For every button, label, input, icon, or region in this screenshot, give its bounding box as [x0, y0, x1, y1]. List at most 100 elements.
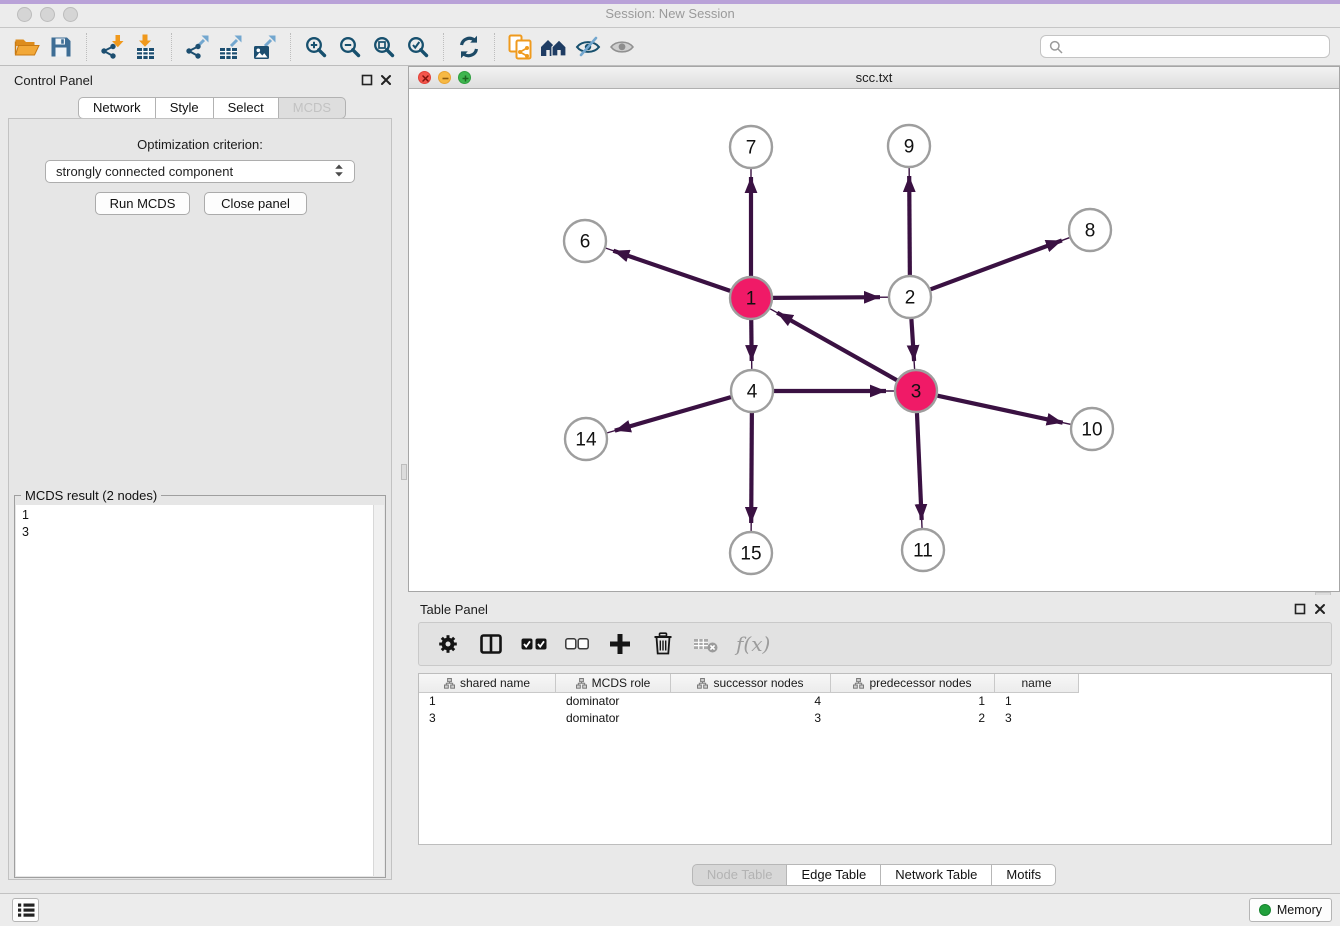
node-6[interactable]: 6 [564, 220, 606, 262]
edge-1-6[interactable] [613, 251, 730, 291]
float-icon [360, 73, 374, 87]
mcds-result-textarea[interactable]: 13 [16, 505, 384, 876]
home-button[interactable] [537, 31, 571, 63]
edge-4-14[interactable] [615, 397, 731, 431]
table-tab-network-table[interactable]: Network Table [880, 864, 992, 886]
cell-mcds-role[interactable]: dominator [556, 693, 671, 710]
splitter-grip[interactable] [401, 464, 407, 480]
node-3[interactable]: 3 [895, 370, 937, 412]
edge-2-3[interactable] [911, 319, 914, 361]
zoom-fit-button[interactable] [367, 31, 401, 63]
table-row[interactable]: 1dominator411 [419, 693, 1331, 710]
column-type-icon [444, 678, 455, 689]
edge-4-15[interactable] [751, 413, 752, 523]
task-history-button[interactable] [12, 898, 39, 922]
delete-table-button[interactable] [693, 629, 719, 659]
search-icon [1049, 40, 1063, 54]
tab-select[interactable]: Select [213, 97, 279, 119]
float-panel-button[interactable] [360, 73, 374, 87]
delete-column-button[interactable] [650, 629, 676, 659]
select-all-button[interactable] [521, 629, 547, 659]
list-icon [15, 899, 37, 921]
refresh-icon [457, 35, 481, 59]
node-10[interactable]: 10 [1071, 408, 1113, 450]
table-tab-node-table[interactable]: Node Table [692, 864, 788, 886]
import-network-button[interactable] [95, 31, 129, 63]
hide-panels-button[interactable] [571, 31, 605, 63]
tab-mcds[interactable]: MCDS [278, 97, 346, 119]
memory-label: Memory [1277, 903, 1322, 917]
zoom-selected-button[interactable] [401, 31, 435, 63]
export-table-button[interactable] [214, 31, 248, 63]
cell-shared-name[interactable]: 3 [419, 710, 556, 727]
save-session-button[interactable] [44, 31, 78, 63]
tab-style[interactable]: Style [155, 97, 214, 119]
edge-2-9[interactable] [909, 176, 910, 275]
run-mcds-button[interactable]: Run MCDS [95, 192, 190, 215]
network-canvas[interactable]: 1 2 3 4 6 7 8 9 10 11 14 15 [409, 89, 1339, 591]
cell-predecessor-nodes[interactable]: 1 [831, 693, 995, 710]
close-panel-action-button[interactable]: Close panel [204, 192, 307, 215]
cell-predecessor-nodes[interactable]: 2 [831, 710, 995, 727]
search-input[interactable] [1069, 40, 1321, 54]
node-2[interactable]: 2 [889, 276, 931, 318]
criterion-dropdown[interactable]: strongly connected component [45, 160, 355, 183]
deselect-all-button[interactable] [564, 629, 590, 659]
cell-shared-name[interactable]: 1 [419, 693, 556, 710]
zoom-in-button[interactable] [299, 31, 333, 63]
cell-name[interactable]: 1 [995, 693, 1079, 710]
table-row[interactable]: 3dominator323 [419, 710, 1331, 727]
column-header-successor-nodes[interactable]: successor nodes [671, 674, 831, 693]
node-9[interactable]: 9 [888, 125, 930, 167]
node-1[interactable]: 1 [730, 277, 772, 319]
result-scrollbar[interactable] [373, 505, 384, 876]
edge-3-10[interactable] [938, 396, 1063, 423]
tab-network[interactable]: Network [78, 97, 156, 119]
control-panel-title: Control Panel [14, 73, 93, 88]
table-close-button[interactable] [1313, 602, 1327, 616]
table-settings-button[interactable] [435, 629, 461, 659]
edge-3-1[interactable] [777, 313, 897, 380]
cell-name[interactable]: 3 [995, 710, 1079, 727]
show-panels-button[interactable] [605, 31, 639, 63]
node-4[interactable]: 4 [731, 370, 773, 412]
node-14[interactable]: 14 [565, 418, 607, 460]
svg-text:8: 8 [1085, 221, 1096, 242]
mcds-result-groupbox: MCDS result (2 nodes) 13 [14, 495, 386, 878]
table-tab-motifs[interactable]: Motifs [991, 864, 1056, 886]
network-graph[interactable]: 1 2 3 4 6 7 8 9 10 11 14 15 [409, 89, 1339, 592]
import-table-button[interactable] [129, 31, 163, 63]
cell-mcds-role[interactable]: dominator [556, 710, 671, 727]
column-header-shared-name[interactable]: shared name [419, 674, 556, 693]
search-field[interactable] [1040, 35, 1330, 58]
node-11[interactable]: 11 [902, 529, 944, 571]
column-header-predecessor-nodes[interactable]: predecessor nodes [831, 674, 995, 693]
zoom-out-button[interactable] [333, 31, 367, 63]
export-image-button[interactable] [248, 31, 282, 63]
node-15[interactable]: 15 [730, 532, 772, 574]
table-float-button[interactable] [1293, 602, 1307, 616]
edge-1-2[interactable] [773, 297, 880, 298]
node-8[interactable]: 8 [1069, 209, 1111, 251]
add-column-button[interactable] [607, 629, 633, 659]
export-network-button[interactable] [180, 31, 214, 63]
column-header-name[interactable]: name [995, 674, 1079, 693]
network-window-titlebar[interactable]: scc.txt [409, 67, 1339, 89]
column-header-mcds-role[interactable]: MCDS role [556, 674, 671, 693]
node-7[interactable]: 7 [730, 126, 772, 168]
table-tab-edge-table[interactable]: Edge Table [786, 864, 881, 886]
cell-successor-nodes[interactable]: 3 [671, 710, 831, 727]
memory-button[interactable]: Memory [1249, 898, 1332, 922]
function-builder-button[interactable]: f(x) [736, 629, 770, 659]
edge-3-11[interactable] [917, 413, 922, 520]
vertical-splitter[interactable] [400, 66, 408, 882]
open-session-button[interactable] [10, 31, 44, 63]
refresh-button[interactable] [452, 31, 486, 63]
close-panel-button[interactable] [379, 73, 393, 87]
show-column-panel-button[interactable] [478, 629, 504, 659]
edge-2-8[interactable] [931, 240, 1062, 289]
cell-successor-nodes[interactable]: 4 [671, 693, 831, 710]
eye-slash-icon [575, 35, 601, 59]
float-icon [1293, 602, 1307, 616]
clone-network-button[interactable] [503, 31, 537, 63]
